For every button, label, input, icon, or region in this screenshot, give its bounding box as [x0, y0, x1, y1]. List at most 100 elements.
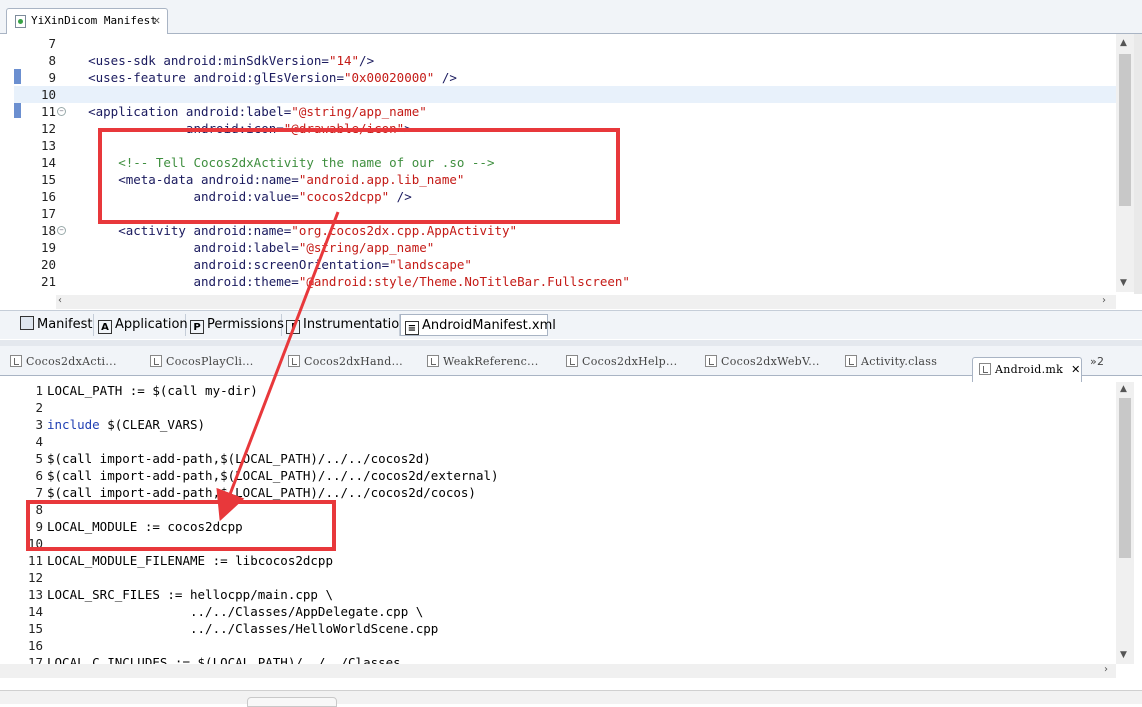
class-file-icon: [566, 355, 578, 367]
line-number: 7: [48, 36, 56, 51]
code-line[interactable]: 3 include $(CLEAR_VARS): [0, 416, 1116, 433]
code-line[interactable]: 16: [0, 637, 1116, 654]
horizontal-scrollbar[interactable]: ‹ ›: [56, 295, 1116, 309]
code-line[interactable]: 15 ../../Classes/HelloWorldScene.cpp: [0, 620, 1116, 637]
code-line[interactable]: 9 <uses-feature android:glEsVersion="0x0…: [14, 69, 1116, 86]
vertical-scrollbar[interactable]: ▲ ▼: [1116, 34, 1134, 292]
editor-tab[interactable]: CocosPlayCli...: [150, 355, 254, 375]
code-line[interactable]: 9 LOCAL_MODULE := cocos2dcpp: [0, 518, 1116, 535]
code-line[interactable]: 13 LOCAL_SRC_FILES := hellocpp/main.cpp \: [0, 586, 1116, 603]
code-line[interactable]: 8 <uses-sdk android:minSdkVersion="14"/>: [14, 52, 1116, 69]
editor-tab[interactable]: WeakReferenc...: [427, 355, 539, 375]
code-line[interactable]: 4: [0, 433, 1116, 450]
more-tabs-button[interactable]: »2: [1090, 355, 1104, 375]
class-file-icon: [10, 355, 22, 367]
token: <!-- Tell Cocos2dxActivity the name of o…: [58, 155, 495, 170]
tab-android-mk[interactable]: Android.mk ✕: [972, 357, 1082, 382]
code-text: <activity android:name="org.cocos2dx.cpp…: [58, 222, 517, 239]
scroll-thumb[interactable]: [1119, 54, 1131, 206]
code-line[interactable]: 12 android:icon="@drawable/icon">: [14, 120, 1116, 137]
close-icon[interactable]: ✕: [1071, 363, 1081, 376]
code-line[interactable]: 14 ../../Classes/AppDelegate.cpp \: [0, 603, 1116, 620]
status-bar: [0, 690, 1142, 704]
scroll-right-icon[interactable]: ›: [1104, 664, 1108, 675]
token: ../../Classes/AppDelegate.cpp \: [47, 604, 424, 619]
editor-tab-label: Cocos2dxActi...: [26, 355, 117, 368]
code-text: android:screenOrientation="landscape": [58, 256, 471, 273]
token: "android.app.lib_name": [298, 172, 465, 187]
vertical-scrollbar[interactable]: ▲ ▼: [1116, 382, 1134, 664]
code-line[interactable]: 6 $(call import-add-path,$(LOCAL_PATH)/..…: [0, 467, 1116, 484]
token: android:screenOrientation=: [58, 257, 390, 272]
code-text: ../../Classes/HelloWorldScene.cpp: [47, 620, 438, 637]
code-text: $(call import-add-path,$(LOCAL_PATH)/../…: [47, 484, 476, 501]
editor-tab-label: Cocos2dxWebV...: [721, 355, 820, 368]
token: android:value=: [58, 189, 299, 204]
code-line[interactable]: 18− <activity android:name="org.cocos2dx…: [14, 222, 1116, 239]
page-tab-instrumentation[interactable]: I Instrumentation: [282, 314, 407, 336]
editor-tab[interactable]: Cocos2dxHelp...: [566, 355, 677, 375]
manifest-page-tabs: Manifest A Application P Permissions I Instrum…: [0, 310, 1142, 339]
line-number: 3: [35, 417, 43, 432]
code-line[interactable]: 19 android:label="@string/app_name": [14, 239, 1116, 256]
page-tab-label: Permissions: [207, 317, 284, 332]
scroll-down-icon[interactable]: ▼: [1120, 650, 1127, 660]
code-text: <uses-feature android:glEsVersion="0x000…: [58, 69, 457, 86]
code-line[interactable]: 8: [0, 501, 1116, 518]
scroll-thumb[interactable]: [1119, 398, 1131, 558]
code-line[interactable]: 10: [0, 535, 1116, 552]
code-line[interactable]: 12: [0, 569, 1116, 586]
code-line[interactable]: 17 LOCAL_C_INCLUDES := $(LOCAL_PATH)/../.…: [0, 654, 1116, 664]
code-text: android:theme="@android:style/Theme.NoTi…: [58, 273, 630, 290]
token: android:theme=: [58, 274, 299, 289]
android-mk-source[interactable]: 1 LOCAL_PATH := $(call my-dir) 2 3 include $…: [0, 382, 1116, 664]
page-tab-permissions[interactable]: P Permissions: [186, 314, 284, 336]
scroll-right-icon[interactable]: ›: [1102, 295, 1106, 306]
scroll-left-icon[interactable]: ‹: [58, 295, 62, 306]
code-line[interactable]: 11− <application android:label="@string/…: [14, 103, 1116, 120]
close-icon[interactable]: ✕: [153, 13, 160, 27]
code-text: android:icon="@drawable/icon">: [58, 120, 412, 137]
line-number: 10: [40, 87, 56, 102]
code-text: <!-- Tell Cocos2dxActivity the name of o…: [58, 154, 495, 171]
code-line[interactable]: 20 android:screenOrientation="landscape": [14, 256, 1116, 273]
code-line[interactable]: 11 LOCAL_MODULE_FILENAME := libcocos2dcpp: [0, 552, 1116, 569]
editor-tab[interactable]: Cocos2dxWebV...: [705, 355, 820, 375]
scroll-up-icon[interactable]: ▲: [1120, 384, 1127, 394]
editor-tabbar: Cocos2dxActi... CocosPlayCli... Cocos2dxHa…: [0, 346, 1142, 382]
page-tab-application[interactable]: A Application: [94, 314, 188, 336]
editor-tab[interactable]: Cocos2dxHand...: [288, 355, 403, 375]
horizontal-scrollbar[interactable]: ›: [0, 664, 1116, 678]
code-line[interactable]: 2: [0, 399, 1116, 416]
scroll-down-icon[interactable]: ▼: [1120, 278, 1127, 288]
manifest-page-icon: [20, 316, 34, 330]
page-tab-androidmanifest-xml[interactable]: ≡ AndroidManifest.xml: [400, 314, 556, 336]
manifest-xml-source[interactable]: 78 <uses-sdk android:minSdkVersion="14"/…: [14, 34, 1116, 294]
editor-tab[interactable]: Activity.class: [845, 355, 937, 375]
code-line[interactable]: 1 LOCAL_PATH := $(call my-dir): [0, 382, 1116, 399]
token: "0x00020000": [343, 70, 435, 85]
code-line[interactable]: 17: [14, 205, 1116, 222]
code-line[interactable]: 13: [14, 137, 1116, 154]
code-line[interactable]: 7 $(call import-add-path,$(LOCAL_PATH)/..…: [0, 484, 1116, 501]
code-line[interactable]: 15 <meta-data android:name="android.app.…: [14, 171, 1116, 188]
token: "@drawable/icon": [283, 121, 405, 136]
token: $(call import-add-path,$(LOCAL_PATH)/../…: [47, 468, 499, 483]
line-number: 9: [35, 519, 43, 534]
xml-source-page-icon: ≡: [405, 321, 419, 335]
token: $(call import-add-path,$(LOCAL_PATH)/../…: [47, 485, 476, 500]
code-line[interactable]: 16 android:value="cocos2dcpp" />: [14, 188, 1116, 205]
code-line[interactable]: 7: [14, 35, 1116, 52]
code-line[interactable]: 5 $(call import-add-path,$(LOCAL_PATH)/..…: [0, 450, 1116, 467]
code-text: LOCAL_SRC_FILES := hellocpp/main.cpp \: [47, 586, 333, 603]
line-number: 8: [35, 502, 43, 517]
editor-tab[interactable]: Cocos2dxActi...: [10, 355, 117, 375]
code-line[interactable]: 21 android:theme="@android:style/Theme.N…: [14, 273, 1116, 290]
page-tab-manifest[interactable]: Manifest: [16, 314, 94, 336]
code-line[interactable]: 14 <!-- Tell Cocos2dxActivity the name o…: [14, 154, 1116, 171]
page-tab-label: AndroidManifest.xml: [422, 318, 556, 333]
scroll-up-icon[interactable]: ▲: [1120, 38, 1127, 48]
tab-yixindicom-manifest[interactable]: YiXinDicom Manifest ✕: [6, 8, 168, 34]
code-line[interactable]: 10: [14, 86, 1116, 103]
code-text: <meta-data android:name="android.app.lib…: [58, 171, 464, 188]
